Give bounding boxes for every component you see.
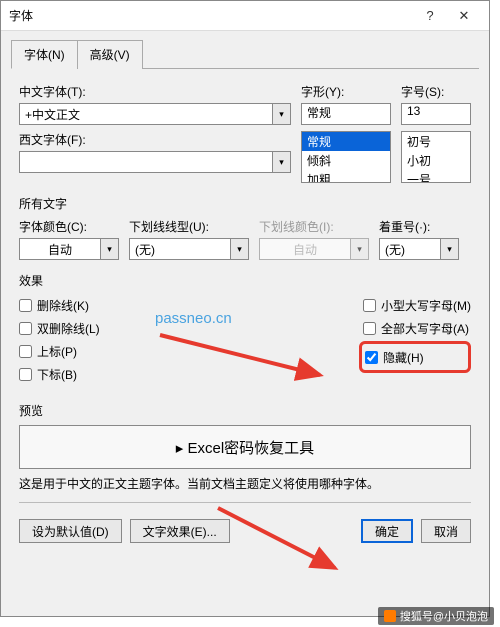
style-listbox[interactable]: 常规 倾斜 加粗 xyxy=(301,131,391,183)
preview-text: ▸ Excel密码恢复工具 xyxy=(176,437,314,458)
size-listbox[interactable]: 初号 小初 一号 xyxy=(401,131,471,183)
cn-font-value: +中文正文 xyxy=(20,106,272,123)
underline-color-combo: 自动 ▾ xyxy=(259,238,369,260)
chk-dstrike[interactable]: 双删除线(L) xyxy=(19,318,100,338)
label-font-color: 字体颜色(C): xyxy=(19,218,119,235)
dialog-buttons: 设为默认值(D) 文字效果(E)... 确定 取消 xyxy=(1,519,489,555)
list-item[interactable]: 一号 xyxy=(402,170,470,183)
underline-style-combo[interactable]: (无) ▾ xyxy=(129,238,249,260)
label-style: 字形(Y): xyxy=(301,83,391,100)
attribution-badge: 搜狐号@小贝泡泡 xyxy=(378,607,494,625)
tab-advanced[interactable]: 高级(V) xyxy=(77,40,143,69)
list-item[interactable]: 初号 xyxy=(402,132,470,151)
chevron-down-icon[interactable]: ▾ xyxy=(440,239,458,259)
section-all-text: 所有文字 xyxy=(19,195,471,212)
font-dialog: 字体 ? ✕ 字体(N) 高级(V) 中文字体(T): +中文正文 ▾ 字形(Y… xyxy=(0,0,490,617)
label-emphasis: 着重号(·): xyxy=(379,218,459,235)
chevron-down-icon[interactable]: ▾ xyxy=(272,152,290,172)
chk-allcaps[interactable]: 全部大写字母(A) xyxy=(363,318,471,338)
font-color-combo[interactable]: 自动 ▾ xyxy=(19,238,119,260)
ok-button[interactable]: 确定 xyxy=(361,519,413,543)
close-button[interactable]: ✕ xyxy=(447,5,481,27)
label-size: 字号(S): xyxy=(401,83,471,100)
titlebar: 字体 ? ✕ xyxy=(1,1,489,31)
hidden-highlight: 隐藏(H) xyxy=(359,341,471,373)
chevron-down-icon[interactable]: ▾ xyxy=(272,104,290,124)
section-preview: 预览 xyxy=(19,402,471,419)
list-item[interactable]: 小初 xyxy=(402,151,470,170)
cn-font-combo[interactable]: +中文正文 ▾ xyxy=(19,103,291,125)
style-input[interactable]: 常规 xyxy=(301,103,391,125)
size-input[interactable]: 13 xyxy=(401,103,471,125)
chevron-down-icon[interactable]: ▾ xyxy=(100,239,118,259)
label-west-font: 西文字体(F): xyxy=(19,131,291,148)
label-underline-color: 下划线颜色(I): xyxy=(259,218,369,235)
sohu-logo-icon xyxy=(384,610,396,622)
chevron-down-icon: ▾ xyxy=(350,239,368,259)
emphasis-combo[interactable]: (无) ▾ xyxy=(379,238,459,260)
chevron-down-icon[interactable]: ▾ xyxy=(230,239,248,259)
tab-font[interactable]: 字体(N) xyxy=(11,40,78,69)
dialog-title: 字体 xyxy=(9,7,413,24)
cancel-button[interactable]: 取消 xyxy=(421,519,471,543)
list-item[interactable]: 倾斜 xyxy=(302,151,390,170)
chk-hidden[interactable]: 隐藏(H) xyxy=(365,347,424,367)
chk-smallcaps[interactable]: 小型大写字母(M) xyxy=(363,295,471,315)
label-underline-style: 下划线线型(U): xyxy=(129,218,249,235)
set-default-button[interactable]: 设为默认值(D) xyxy=(19,519,122,543)
chk-strike[interactable]: 删除线(K) xyxy=(19,295,100,315)
preview-description: 这是用于中文的正文主题字体。当前文档主题定义将使用哪种字体。 xyxy=(19,475,471,492)
divider xyxy=(19,502,471,503)
list-item[interactable]: 加粗 xyxy=(302,170,390,183)
dialog-body: 中文字体(T): +中文正文 ▾ 字形(Y): 常规 字号(S): 13 西文字… xyxy=(1,69,489,519)
tab-bar: 字体(N) 高级(V) xyxy=(11,39,479,69)
west-font-combo[interactable]: ▾ xyxy=(19,151,291,173)
label-cn-font: 中文字体(T): xyxy=(19,83,291,100)
help-button[interactable]: ? xyxy=(413,5,447,27)
chk-sub[interactable]: 下标(B) xyxy=(19,364,100,384)
list-item[interactable]: 常规 xyxy=(302,132,390,151)
preview-box: ▸ Excel密码恢复工具 xyxy=(19,425,471,469)
chk-super[interactable]: 上标(P) xyxy=(19,341,100,361)
section-effects: 效果 xyxy=(19,272,471,289)
text-effects-button[interactable]: 文字效果(E)... xyxy=(130,519,230,543)
